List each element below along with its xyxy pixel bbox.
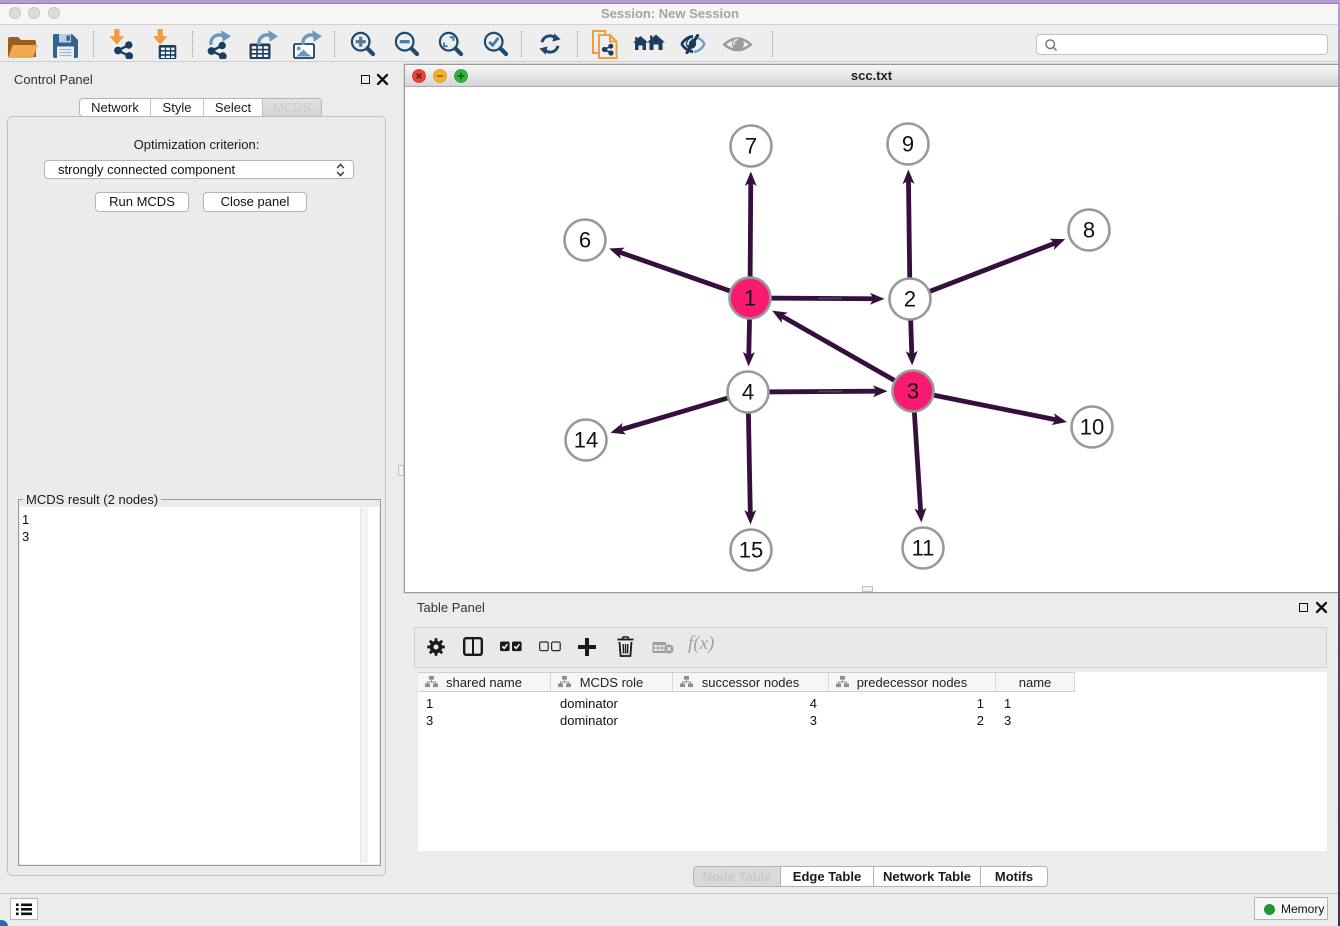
svg-text:8: 8: [1083, 218, 1095, 243]
svg-text:10: 10: [1080, 415, 1104, 440]
svg-text:7: 7: [745, 134, 757, 159]
svg-text:9: 9: [902, 132, 914, 157]
svg-text:4: 4: [742, 380, 754, 405]
svg-text:3: 3: [907, 379, 919, 404]
svg-text:6: 6: [579, 228, 591, 253]
svg-text:1: 1: [744, 286, 756, 311]
svg-text:11: 11: [912, 536, 935, 561]
svg-text:14: 14: [574, 428, 598, 453]
svg-text:15: 15: [739, 538, 763, 563]
svg-text:2: 2: [904, 287, 916, 312]
